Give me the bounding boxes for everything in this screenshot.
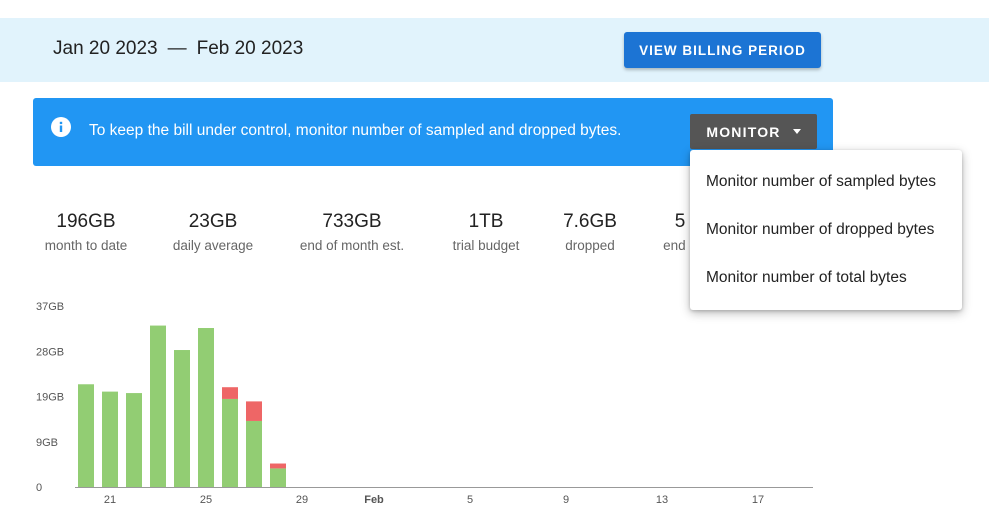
menu-item-monitor-dropped[interactable]: Monitor number of dropped bytes [690, 206, 962, 254]
x-tick-label: 9 [563, 494, 569, 506]
bar-sampled [174, 350, 190, 487]
bar-sampled [126, 393, 142, 487]
menu-item-monitor-total[interactable]: Monitor number of total bytes [690, 254, 962, 302]
bar-dropped [270, 463, 286, 469]
x-tick-label: 29 [296, 494, 308, 506]
menu-item-monitor-sampled[interactable]: Monitor number of sampled bytes [690, 158, 962, 206]
y-tick-label: 19GB [36, 392, 64, 404]
bar-sampled [150, 325, 166, 487]
bar-sampled [78, 384, 94, 487]
x-tick-label: 5 [467, 494, 473, 506]
bar-sampled [198, 328, 214, 487]
bar-sampled [222, 398, 238, 487]
x-tick-label: 17 [752, 494, 764, 506]
x-tick-label: Feb [364, 494, 384, 506]
x-tick-label: 21 [104, 494, 116, 506]
bar-sampled [102, 391, 118, 487]
bar-dropped [222, 387, 238, 399]
bar-dropped [246, 401, 262, 421]
y-tick-label: 9GB [36, 437, 58, 449]
monitor-menu: Monitor number of sampled bytes Monitor … [690, 150, 962, 310]
y-tick-label: 0 [36, 482, 42, 494]
x-tick-label: 25 [200, 494, 212, 506]
bar-sampled [246, 420, 262, 487]
y-tick-label: 37GB [36, 301, 64, 313]
x-tick-label: 13 [656, 494, 668, 506]
y-tick-label: 28GB [36, 346, 64, 358]
bar-sampled [270, 468, 286, 487]
